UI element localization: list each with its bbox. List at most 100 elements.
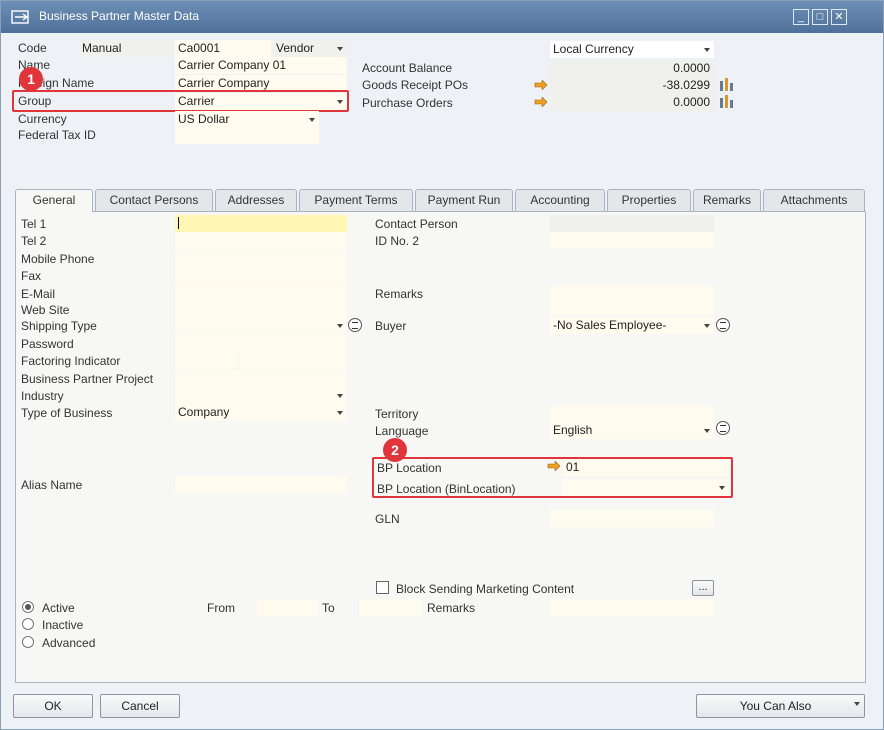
bp-project-input[interactable] (175, 370, 347, 387)
code-series-select[interactable]: Manual (79, 40, 173, 57)
mobile-input[interactable] (175, 250, 347, 267)
contact-person-label: Contact Person (375, 217, 458, 231)
bp-type-select[interactable]: Vendor (273, 40, 347, 57)
tab-general[interactable]: General (15, 189, 93, 212)
shipping-type-label: Shipping Type (21, 319, 97, 333)
tel1-input[interactable] (175, 215, 347, 232)
industry-label: Industry (21, 389, 64, 403)
from-date-input[interactable] (257, 599, 317, 616)
fax-input[interactable] (175, 267, 347, 284)
tab-contact-persons[interactable]: Contact Persons (95, 189, 213, 211)
contact-person-value (550, 215, 714, 232)
to-label: To (322, 601, 335, 615)
window-title: Business Partner Master Data (39, 9, 200, 23)
local-currency-select[interactable]: Local Currency (550, 41, 714, 58)
buyer-link-icon[interactable] (716, 318, 730, 332)
language-link-icon[interactable] (716, 421, 730, 435)
tel2-input[interactable] (175, 232, 347, 249)
inactive-label: Inactive (42, 618, 84, 632)
tab-attachments[interactable]: Attachments (763, 189, 865, 211)
from-label: From (207, 601, 235, 615)
email-label: E-Mail (21, 287, 56, 301)
account-balance-label: Account Balance (362, 61, 453, 75)
gln-input[interactable] (550, 510, 714, 527)
code-label: Code (18, 41, 47, 55)
remarks-input[interactable] (550, 285, 714, 315)
step-badge-1: 1 (19, 67, 43, 91)
bp-location-highlight-box (372, 457, 733, 498)
goods-receipt-value: -38.0299 (550, 77, 714, 94)
form-icon (11, 10, 29, 24)
buyer-select[interactable]: -No Sales Employee- (550, 317, 714, 334)
mobile-label: Mobile Phone (21, 252, 95, 266)
bp-master-data-window: Business Partner Master Data _ □ ✕ Code … (0, 0, 884, 730)
website-input[interactable] (175, 301, 347, 318)
ok-button[interactable]: OK (13, 694, 93, 718)
goods-receipt-label: Goods Receipt POs (362, 78, 469, 92)
status-remarks-label: Remarks (427, 601, 476, 615)
tel2-label: Tel 2 (21, 234, 47, 248)
website-label: Web Site (21, 303, 70, 317)
tab-addresses[interactable]: Addresses (215, 189, 297, 211)
advanced-radio[interactable] (22, 636, 34, 648)
you-can-also-button[interactable]: You Can Also (696, 694, 865, 718)
remarks-label: Remarks (375, 287, 424, 301)
industry-select[interactable] (175, 387, 347, 404)
close-button[interactable]: ✕ (831, 9, 847, 25)
currency-select[interactable]: US Dollar (175, 111, 319, 128)
type-of-business-select[interactable]: Company (175, 404, 347, 421)
title-bar: Business Partner Master Data _ □ ✕ (1, 1, 883, 33)
status-remarks-input[interactable] (550, 599, 714, 616)
goods-receipt-link-arrow-icon[interactable] (534, 80, 548, 90)
block-marketing-checkbox[interactable] (376, 581, 389, 594)
minimize-button[interactable]: _ (793, 9, 809, 25)
maximize-button[interactable]: □ (812, 9, 828, 25)
tab-accounting[interactable]: Accounting (515, 189, 605, 211)
tel1-label: Tel 1 (21, 217, 47, 231)
alias-name-label: Alias Name (21, 478, 83, 492)
shipping-type-link-icon[interactable] (348, 318, 362, 332)
tab-properties[interactable]: Properties (607, 189, 691, 211)
factoring-label: Factoring Indicator (21, 354, 121, 368)
active-radio[interactable] (22, 601, 34, 613)
territory-label: Territory (375, 407, 419, 421)
purchase-orders-chart-icon[interactable] (719, 94, 735, 108)
language-select[interactable]: English (550, 422, 714, 439)
language-label: Language (375, 424, 429, 438)
cancel-button[interactable]: Cancel (100, 694, 180, 718)
purchase-orders-link-arrow-icon[interactable] (534, 97, 548, 107)
factoring-code-input[interactable] (175, 352, 237, 369)
password-input[interactable] (175, 335, 347, 352)
bp-project-label: Business Partner Project (21, 372, 154, 386)
currency-label: Currency (18, 112, 67, 126)
code-input[interactable]: Ca0001 (175, 40, 271, 57)
inactive-radio[interactable] (22, 618, 34, 630)
to-date-input[interactable] (359, 599, 421, 616)
purchase-orders-label: Purchase Orders (362, 96, 453, 110)
id-no2-label: ID No. 2 (375, 234, 420, 248)
type-of-business-label: Type of Business (21, 406, 113, 420)
tab-payment-run[interactable]: Payment Run (415, 189, 513, 211)
goods-receipt-chart-icon[interactable] (719, 77, 735, 91)
factoring-desc-input[interactable] (239, 352, 347, 369)
gln-label: GLN (375, 512, 400, 526)
shipping-type-select[interactable] (175, 317, 347, 334)
territory-input[interactable] (550, 405, 714, 422)
tab-payment-terms[interactable]: Payment Terms (299, 189, 413, 211)
advanced-label: Advanced (42, 636, 96, 650)
purchase-orders-value: 0.0000 (550, 94, 714, 111)
fax-label: Fax (21, 269, 42, 283)
id-no2-input[interactable] (550, 232, 714, 249)
account-balance-value: 0.0000 (550, 60, 714, 77)
block-marketing-details-button[interactable]: ... (692, 580, 714, 596)
password-label: Password (21, 337, 74, 351)
block-marketing-label: Block Sending Marketing Content (396, 582, 575, 596)
tab-remarks[interactable]: Remarks (693, 189, 761, 211)
federal-tax-label: Federal Tax ID (18, 128, 96, 142)
buyer-label: Buyer (375, 319, 407, 333)
email-input[interactable] (175, 285, 347, 302)
name-input[interactable]: Carrier Company 01 (175, 57, 347, 74)
group-highlight-box (12, 90, 349, 112)
alias-name-input[interactable] (175, 476, 347, 493)
federal-tax-input[interactable] (175, 127, 319, 144)
